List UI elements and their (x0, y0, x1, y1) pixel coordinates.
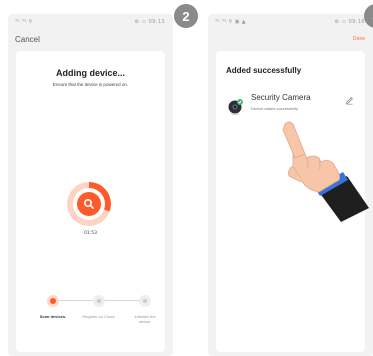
step-dot-initialize (139, 295, 151, 307)
device-name[interactable]: Security Camera (251, 93, 311, 102)
step-label-scan: Scan devices. (39, 314, 67, 319)
step-label-initialize: Initialize the device. (134, 314, 156, 324)
status-bar: ⁴ᵍ ⁴ᵍ ⚲ ⚙ ▭ 09:13 (8, 19, 173, 29)
adding-subtitle: Ensure that the device is powered on. (52, 82, 129, 87)
step-dot-scan (47, 295, 59, 307)
search-icon (83, 198, 94, 209)
added-title: Added successfully (226, 66, 302, 75)
search-progress-ring (67, 182, 111, 226)
status-time: ⚙ ▭ 09:16 (334, 19, 365, 25)
status-bar: ⁴ᵍ ⁴ᵍ ⚲ ▣ ▲ ⚙ ▭ 09:16 (208, 19, 373, 29)
step-number-badge: 2 (174, 4, 198, 28)
done-button[interactable]: Done (353, 36, 365, 42)
phone-screen-adding: ⁴ᵍ ⁴ᵍ ⚲ ⚙ ▭ 09:13 Cancel Adding device..… (8, 14, 173, 356)
cancel-button[interactable]: Cancel (15, 35, 40, 44)
step-label-register: Register on Cloud. (82, 314, 116, 319)
adding-card: Adding device... Ensure that the device … (16, 51, 165, 352)
countdown-timer: 01:53 (84, 231, 97, 236)
status-signal: ⁴ᵍ ⁴ᵍ ⚲ (15, 19, 33, 25)
status-time: ⚙ ▭ 09:13 (134, 19, 165, 25)
step-dot-register (93, 295, 105, 307)
status-signal: ⁴ᵍ ⁴ᵍ ⚲ ▣ ▲ (215, 19, 247, 25)
pencil-icon[interactable] (345, 96, 354, 105)
camera-icon[interactable] (227, 98, 244, 115)
adding-title: Adding device... (55, 68, 125, 78)
pointing-hand-icon (282, 121, 369, 222)
